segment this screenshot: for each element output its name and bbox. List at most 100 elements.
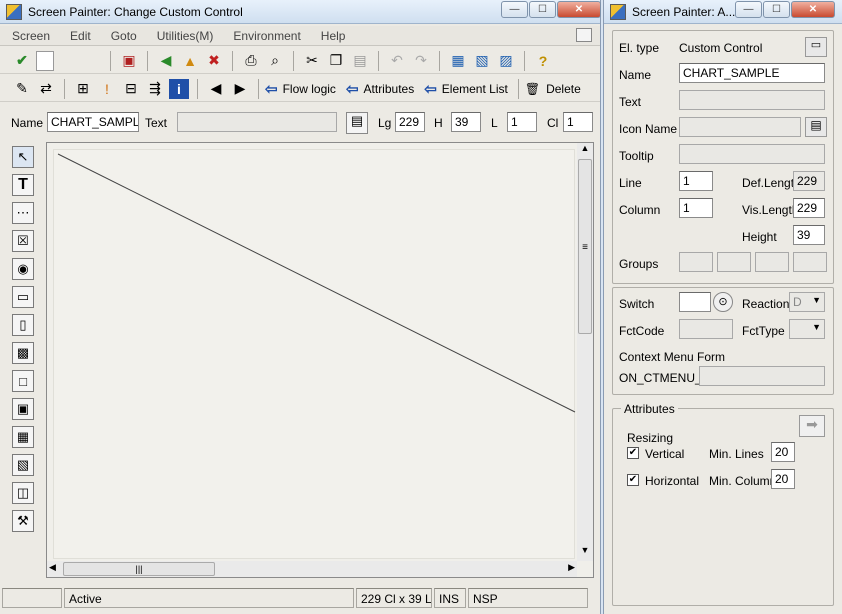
h-input[interactable]: 39: [451, 112, 481, 132]
maximize-button[interactable]: ☐: [529, 1, 556, 18]
table-wizard-tool-icon[interactable]: ▧: [12, 454, 34, 476]
hierarchy-icon[interactable]: ⊞: [73, 79, 93, 99]
change-display-icon[interactable]: ✎: [12, 79, 32, 99]
subscreen-tool-icon[interactable]: ▣: [12, 398, 34, 420]
menu-goto[interactable]: Goto: [99, 29, 145, 43]
exit-icon[interactable]: ▲: [180, 51, 200, 71]
horizontal-scrollbar[interactable]: ◀ ||| ▶: [47, 561, 577, 577]
vertical-checkbox[interactable]: ✔: [627, 447, 639, 459]
icon-list-icon[interactable]: ▤: [805, 117, 827, 137]
menu-help[interactable]: Help: [309, 29, 354, 43]
group-1-input[interactable]: [679, 252, 713, 272]
scroll-down-icon[interactable]: ▼: [577, 545, 593, 561]
back-icon[interactable]: ◀: [156, 51, 176, 71]
element-list-button[interactable]: ⇦ Element List: [424, 80, 508, 98]
dictionary-icon[interactable]: ▤: [346, 112, 368, 134]
scroll-right-icon[interactable]: ▶: [568, 562, 575, 573]
attr-maximize-button[interactable]: ☐: [763, 1, 790, 18]
redo-icon[interactable]: ↷: [411, 51, 431, 71]
icon-name-input[interactable]: [679, 117, 801, 137]
menu-utilities[interactable]: Utilities(M): [145, 29, 222, 43]
menu-edit[interactable]: Edit: [58, 29, 99, 43]
menu-environment[interactable]: Environment: [221, 29, 308, 43]
enter-icon[interactable]: ✔: [12, 51, 32, 71]
flow-logic-button[interactable]: ⇦ Flow logic: [265, 80, 336, 98]
arrow-right-icon[interactable]: ➡: [799, 415, 825, 437]
print-icon[interactable]: ⎙: [241, 51, 261, 71]
command-field[interactable]: [36, 50, 54, 71]
minimize-button[interactable]: —: [501, 1, 528, 18]
info-icon[interactable]: i: [169, 78, 189, 99]
paste-icon[interactable]: ▤: [350, 51, 370, 71]
attributes-button[interactable]: ⇦ Attributes: [346, 80, 414, 98]
text-input[interactable]: [177, 112, 337, 132]
group-2-input[interactable]: [717, 252, 751, 272]
where-used-icon[interactable]: ⇶: [145, 79, 165, 99]
tabstrip-tool-icon[interactable]: ▯: [12, 314, 34, 336]
lg-input[interactable]: 229: [395, 112, 425, 132]
active-inactive-icon[interactable]: ⇄: [36, 79, 56, 99]
pushbutton-tool-icon[interactable]: ▭: [12, 286, 34, 308]
cl-input[interactable]: 1: [563, 112, 593, 132]
tabstrip-wizard-tool-icon[interactable]: ▩: [12, 342, 34, 364]
layout-editor-icon[interactable]: ⊟: [121, 79, 141, 99]
input-field-tool-icon[interactable]: ⋯: [12, 202, 34, 224]
scroll-up-icon[interactable]: ▲: [577, 143, 593, 159]
table-control-tool-icon[interactable]: ▦: [12, 426, 34, 448]
switch-search-icon[interactable]: ⊙: [713, 292, 733, 312]
vertical-scrollbar[interactable]: ▲ ≡ ▼: [577, 143, 593, 561]
cut-icon[interactable]: ✂: [302, 51, 322, 71]
horizontal-scroll-thumb[interactable]: |||: [63, 562, 215, 576]
checkbox-tool-icon[interactable]: ☒: [12, 230, 34, 252]
previous-icon[interactable]: ◀: [206, 79, 226, 99]
vis-length-input[interactable]: 229: [793, 198, 825, 218]
copy-icon[interactable]: ❐: [326, 51, 346, 71]
save-icon[interactable]: ▣: [119, 51, 139, 71]
def-length-input[interactable]: 229: [793, 171, 825, 191]
text-field-tool-icon[interactable]: T: [12, 174, 34, 196]
tooltip-input[interactable]: [679, 144, 825, 164]
column-input[interactable]: 1: [679, 198, 713, 218]
radio-button-tool-icon[interactable]: ◉: [12, 258, 34, 280]
close-button[interactable]: ✕: [557, 1, 601, 18]
custom-control-tool-icon[interactable]: ◫: [12, 482, 34, 504]
height-input[interactable]: 39: [793, 225, 825, 245]
menu-restore-icon[interactable]: [576, 28, 592, 42]
layout-canvas[interactable]: ▲ ≡ ▼ ◀ ||| ▶: [46, 142, 594, 578]
fctcode-input[interactable]: [679, 319, 733, 339]
name-input[interactable]: CHART_SAMPLE: [679, 63, 825, 83]
test-icon[interactable]: !: [97, 79, 117, 99]
l-input[interactable]: 1: [507, 112, 537, 132]
status-icon-tool-icon[interactable]: ⚒: [12, 510, 34, 532]
box-tool-icon[interactable]: □: [12, 370, 34, 392]
el-type-icon[interactable]: ▭: [805, 37, 827, 57]
next-icon[interactable]: ▶: [230, 79, 250, 99]
cancel-icon[interactable]: ✖: [204, 51, 224, 71]
pointer-tool-icon[interactable]: ↖: [12, 146, 34, 168]
delete-button[interactable]: 🗑 Delete: [525, 82, 581, 96]
custom-control-area[interactable]: [53, 149, 576, 559]
name-input[interactable]: CHART_SAMPLE: [47, 112, 139, 132]
attr-close-button[interactable]: ✕: [791, 1, 835, 18]
window-icon[interactable]: ▧: [472, 51, 492, 71]
help-icon[interactable]: ?: [533, 51, 553, 71]
menu-screen[interactable]: Screen: [0, 29, 58, 43]
horizontal-checkbox[interactable]: ✔: [627, 474, 639, 486]
attr-minimize-button[interactable]: —: [735, 1, 762, 18]
scroll-left-icon[interactable]: ◀: [49, 562, 56, 573]
fcttype-select[interactable]: ▼: [789, 319, 825, 339]
line-input[interactable]: 1: [679, 171, 713, 191]
layout-icon[interactable]: ▦: [448, 51, 468, 71]
undo-icon[interactable]: ↶: [387, 51, 407, 71]
text-input[interactable]: [679, 90, 825, 110]
min-lines-input[interactable]: 20: [771, 442, 795, 462]
find-icon[interactable]: ⌕: [265, 51, 285, 71]
reaction-select[interactable]: D ▼: [789, 292, 825, 312]
min-columns-input[interactable]: 20: [771, 469, 795, 489]
context-menu-input[interactable]: [699, 366, 825, 386]
group-3-input[interactable]: [755, 252, 789, 272]
vertical-scroll-thumb[interactable]: ≡: [578, 159, 592, 334]
group-4-input[interactable]: [793, 252, 827, 272]
frame-icon[interactable]: ▨: [496, 51, 516, 71]
switch-input[interactable]: [679, 292, 711, 312]
